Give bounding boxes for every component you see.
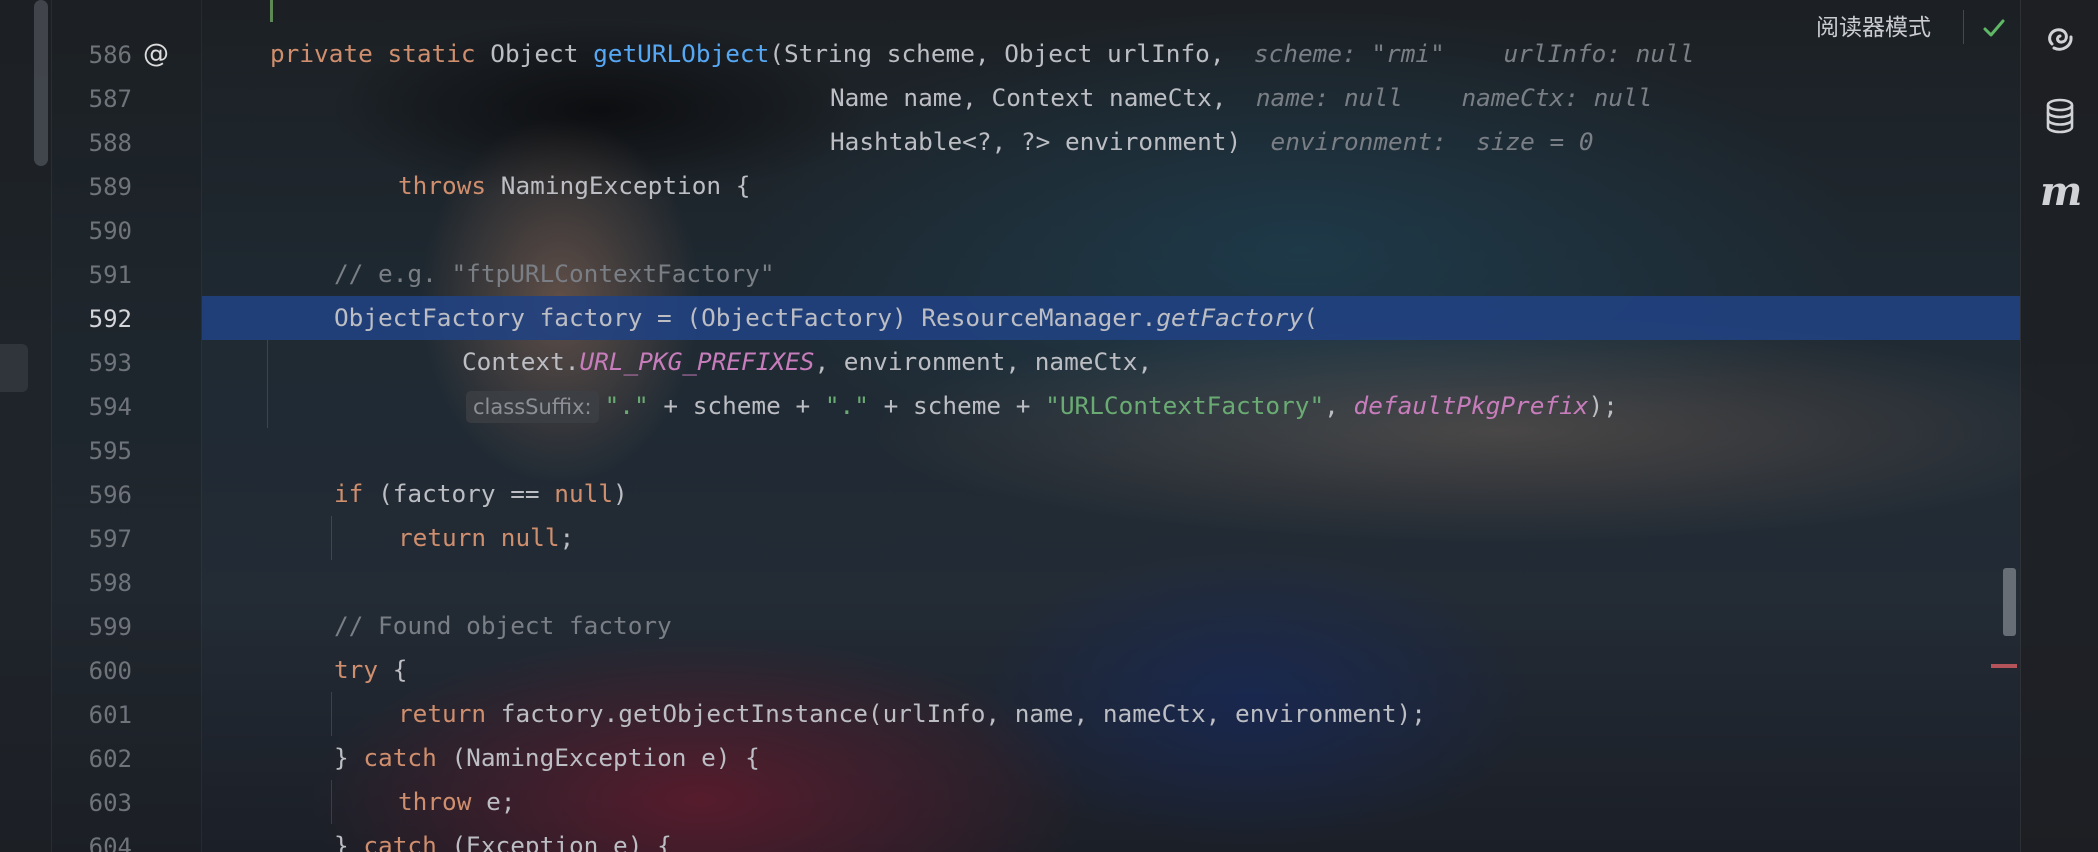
line-number: 588	[88, 129, 132, 157]
indent-guide	[267, 340, 268, 428]
line-number: 593	[88, 349, 132, 377]
code-line-586[interactable]: private static Object getURLObject(Strin…	[270, 32, 1694, 76]
line-number: 598	[88, 569, 132, 597]
code-token: throws	[398, 171, 501, 200]
code-token: + scheme +	[868, 391, 1046, 420]
code-token: ;	[559, 523, 575, 552]
code-token: catch	[363, 831, 452, 852]
indent-guide	[331, 692, 332, 736]
code-token: catch	[363, 743, 452, 772]
code-line-594[interactable]: classSuffix: "." + scheme + "." + scheme …	[466, 384, 1618, 428]
code-line-593[interactable]: Context.URL_PKG_PREFIXES, environment, n…	[462, 340, 1152, 384]
code-token: + scheme +	[648, 391, 825, 420]
override-at-icon[interactable]: @	[140, 38, 172, 70]
code-token: Hashtable<?, ?> environment)	[830, 127, 1242, 156]
code-token: if	[334, 479, 379, 508]
code-token: defaultPkgPrefix	[1353, 391, 1589, 420]
code-comment: // Found object factory	[334, 611, 672, 640]
line-number: 595	[88, 437, 132, 465]
line-number: 596	[88, 481, 132, 509]
editor-scroll-thumb[interactable]	[2003, 568, 2016, 636]
line-number: 603	[88, 789, 132, 817]
code-token: URL_PKG_PREFIXES	[579, 347, 815, 376]
indent-guide	[331, 516, 332, 560]
line-number: 589	[88, 173, 132, 201]
code-line-591[interactable]: // e.g. "ftpURLContextFactory"	[334, 252, 775, 296]
inline-debug-hint: scheme: "rmi" urlInfo: null	[1253, 39, 1695, 68]
code-line-589[interactable]: throws NamingException {	[398, 164, 750, 208]
line-number: 587	[88, 85, 132, 113]
maven-icon[interactable]: m	[2040, 172, 2082, 212]
code-token: return null	[398, 523, 560, 552]
code-token: (String scheme, Object urlInfo,	[769, 39, 1225, 68]
code-line-596[interactable]: if (factory == null)	[334, 472, 628, 516]
code-token: {	[392, 655, 408, 684]
code-token: (factory ==	[378, 479, 555, 508]
code-token: throw	[398, 787, 487, 816]
line-number-active: 592	[88, 305, 132, 333]
code-token: null	[554, 479, 614, 508]
code-line-602[interactable]: } catch (NamingException e) {	[334, 736, 760, 780]
code-token: Name name, Context nameCtx,	[830, 83, 1227, 112]
line-number: 604	[88, 833, 132, 852]
code-token: );	[1588, 391, 1618, 420]
code-token: private static	[270, 39, 491, 68]
line-number: 599	[88, 613, 132, 641]
code-token: Object	[490, 39, 594, 68]
code-line-592[interactable]: ObjectFactory factory = (ObjectFactory) …	[334, 296, 1318, 340]
parameter-name-hint: classSuffix:	[466, 391, 599, 423]
line-number: 586	[88, 41, 132, 69]
left-scroll-thumb[interactable]	[34, 0, 48, 166]
code-token: NamingException {	[500, 171, 751, 200]
line-number: 594	[88, 393, 132, 421]
code-line-604[interactable]: } catch (Exception e) {	[334, 824, 672, 852]
code-token: return	[398, 699, 501, 728]
code-string: "."	[824, 391, 869, 420]
code-token: factory.getObjectInstance(urlInfo, name,…	[500, 699, 1426, 728]
line-number: 597	[88, 525, 132, 553]
inline-debug-hint: name: null nameCtx: null	[1255, 83, 1653, 112]
ai-assistant-icon[interactable]	[2040, 18, 2080, 58]
code-line-588[interactable]: Hashtable<?, ?> environment) environment…	[830, 120, 1594, 164]
code-token: getURLObject	[593, 39, 770, 68]
code-token: try	[334, 655, 393, 684]
code-token: (	[1303, 303, 1318, 332]
line-number: 590	[88, 217, 132, 245]
indent-guide	[331, 780, 332, 824]
code-token: e;	[486, 787, 516, 816]
code-line-601[interactable]: return factory.getObjectInstance(urlInfo…	[398, 692, 1426, 736]
reader-mode-button[interactable]: 阅读器模式	[1816, 10, 1931, 46]
line-number: 591	[88, 261, 132, 289]
check-icon[interactable]	[1978, 12, 2010, 44]
vcs-change-marker[interactable]	[270, 0, 273, 22]
code-token: getFactory	[1156, 303, 1304, 332]
code-string: "URLContextFactory"	[1045, 391, 1325, 420]
code-line-597[interactable]: return null;	[398, 516, 574, 560]
code-line-603[interactable]: throw e;	[398, 780, 515, 824]
code-string: "."	[604, 391, 649, 420]
inline-debug-hint: environment: size = 0	[1270, 127, 1594, 156]
left-tab-marker[interactable]	[0, 344, 28, 392]
code-line-587[interactable]: Name name, Context nameCtx, name: null n…	[830, 76, 1652, 120]
error-stripe-marker[interactable]	[1991, 664, 2017, 668]
code-token: Context.	[462, 347, 580, 376]
code-token: (NamingException e) {	[451, 743, 760, 772]
code-token: }	[334, 743, 364, 772]
line-number: 602	[88, 745, 132, 773]
code-comment: // e.g. "ftpURLContextFactory"	[334, 259, 775, 288]
code-token: ObjectFactory factory = (ObjectFactory) …	[334, 303, 1157, 332]
code-token: ,	[1324, 391, 1354, 420]
line-number: 600	[88, 657, 132, 685]
code-token: }	[334, 831, 364, 852]
database-icon[interactable]	[2040, 96, 2080, 136]
code-line-599[interactable]: // Found object factory	[334, 604, 672, 648]
toolbar-separator	[1963, 10, 1964, 44]
code-token: (Exception e) {	[451, 831, 672, 852]
code-line-600[interactable]: try {	[334, 648, 407, 692]
line-number: 601	[88, 701, 132, 729]
code-token: , environment, nameCtx,	[814, 347, 1153, 376]
code-token: )	[613, 479, 628, 508]
